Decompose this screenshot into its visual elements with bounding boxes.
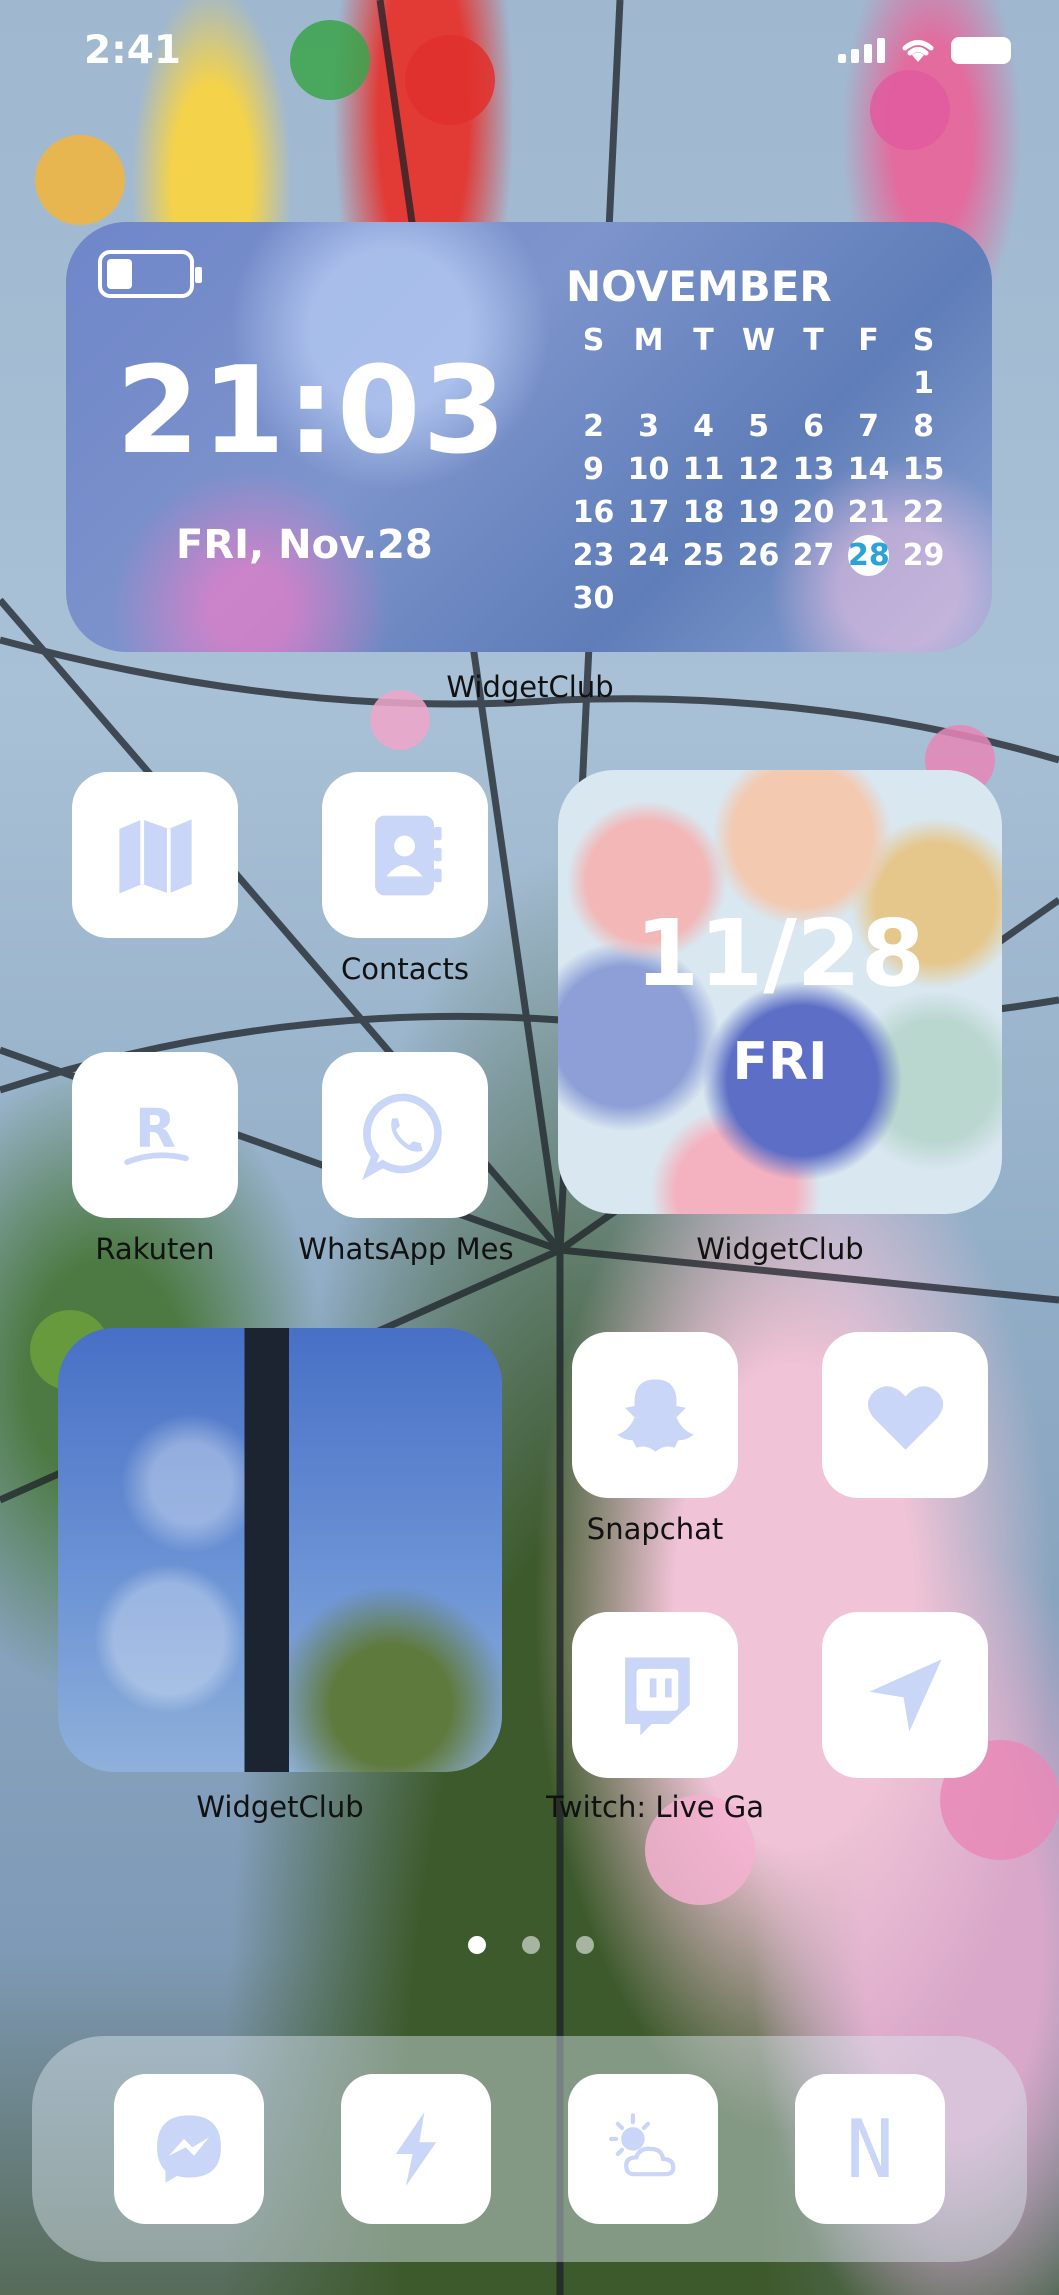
calendar-day: 26 xyxy=(737,538,780,573)
calendar-day: 23 xyxy=(572,538,615,573)
calendar-day: 20 xyxy=(792,495,835,530)
twitch-icon xyxy=(624,1657,690,1735)
calendar-day: 21 xyxy=(847,495,890,530)
navigation-arrow-icon xyxy=(868,1658,942,1732)
rakuten-label: Rakuten xyxy=(95,1232,215,1266)
calendar-day xyxy=(786,363,841,404)
heart-icon xyxy=(867,1385,943,1450)
page-dot[interactable] xyxy=(576,1936,594,1954)
weather-icon xyxy=(608,2113,676,2177)
rakuten-r-icon: R xyxy=(123,1097,189,1165)
date-widget-label: WidgetClub xyxy=(696,1232,864,1266)
calendar-day: 4 xyxy=(693,409,714,444)
snapchat-label: Snapchat xyxy=(586,1512,724,1546)
calendar-weekday: T xyxy=(693,323,714,358)
calendar-day: 12 xyxy=(737,452,780,487)
calendar-day: 7 xyxy=(858,409,879,444)
page-indicator[interactable] xyxy=(468,1936,594,1954)
calendar-day xyxy=(841,363,896,404)
whatsapp-icon xyxy=(361,1093,442,1180)
calendar-day xyxy=(566,363,621,404)
widget-date: FRI, Nov.28 xyxy=(176,522,433,568)
contacts-book-icon xyxy=(374,815,442,895)
svg-text:R: R xyxy=(135,1097,176,1159)
calendar-day: 29 xyxy=(902,538,945,573)
battery-icon xyxy=(951,36,1011,64)
snapchat-ghost-icon xyxy=(617,1378,693,1452)
whatsapp-app-icon[interactable] xyxy=(322,1052,488,1218)
calendar-today: 28 xyxy=(848,535,890,576)
calendar-day: 22 xyxy=(902,495,945,530)
bubble-photo-widget[interactable] xyxy=(58,1328,502,1772)
status-bar-time: 2:41 xyxy=(84,28,182,73)
calendar-day: 9 xyxy=(583,452,604,487)
weather-app-icon[interactable] xyxy=(568,2074,718,2224)
calendar-day: 11 xyxy=(682,452,725,487)
calendar-day: 18 xyxy=(682,495,725,530)
calendar-day: 1 xyxy=(913,366,934,401)
date-photo-widget[interactable]: 11/28 FRI xyxy=(558,770,1002,1214)
calendar-day: 5 xyxy=(748,409,769,444)
whatsapp-label: WhatsApp Mes xyxy=(298,1232,514,1266)
twitch-label: Twitch: Live Ga xyxy=(546,1790,765,1824)
calendar-clock-widget[interactable]: 21:03 FRI, Nov.28 NOVEMBER SMTWTFS123456… xyxy=(66,222,992,652)
calendar-day: 16 xyxy=(572,495,615,530)
calendar-day: 2 xyxy=(583,409,604,444)
calendar-weekday: S xyxy=(912,323,935,358)
calendar-day: 15 xyxy=(902,452,945,487)
maps-app-icon[interactable] xyxy=(72,772,238,938)
calendar-grid: S M T W T F S 1 2 3 4 5 6 7 8 9 10 11 12 13 14 15 16 17 18 19 20 21… xyxy=(566,320,992,619)
calendar-day: 17 xyxy=(627,495,670,530)
contacts-label: Contacts xyxy=(341,952,469,986)
calendar-day: 14 xyxy=(847,452,890,487)
calendar-day: 25 xyxy=(682,538,725,573)
location-app-icon[interactable] xyxy=(822,1612,988,1778)
calendar-weekday: W xyxy=(741,323,776,358)
calendar-widget-label: WidgetClub xyxy=(446,670,614,704)
widget-clock-time: 21:03 xyxy=(116,342,508,481)
calendar-day: 3 xyxy=(638,409,659,444)
calendar-day xyxy=(676,363,731,404)
page-dot[interactable] xyxy=(468,1936,486,1954)
calendar-day: 19 xyxy=(737,495,780,530)
calendar-day: 24 xyxy=(627,538,670,573)
n-letter-icon: N xyxy=(845,2102,895,2196)
health-app-icon[interactable] xyxy=(822,1332,988,1498)
bolt-icon xyxy=(395,2112,437,2186)
calendar-day: 8 xyxy=(913,409,934,444)
calendar-day: 13 xyxy=(792,452,835,487)
calendar-weekday: T xyxy=(803,323,824,358)
map-icon xyxy=(118,818,192,893)
messenger-app-icon[interactable] xyxy=(114,2074,264,2224)
widget-date-number: 11/28 xyxy=(635,900,925,1007)
calendar-day: 10 xyxy=(627,452,670,487)
calendar-weekday: M xyxy=(633,323,664,358)
calendar-month: NOVEMBER xyxy=(566,262,832,311)
page-dot[interactable] xyxy=(522,1936,540,1954)
rakuten-app-icon[interactable]: R xyxy=(72,1052,238,1218)
calendar-day: 6 xyxy=(803,409,824,444)
twitch-app-icon[interactable] xyxy=(572,1612,738,1778)
bolt-app-icon[interactable] xyxy=(341,2074,491,2224)
calendar-day: 27 xyxy=(792,538,835,573)
snapchat-app-icon[interactable] xyxy=(572,1332,738,1498)
cellular-signal-icon xyxy=(838,37,885,63)
calendar-day xyxy=(621,363,676,404)
widget-weekday: FRI xyxy=(732,1032,828,1092)
calendar-day xyxy=(731,363,786,404)
status-icons xyxy=(838,36,1011,64)
wifi-icon xyxy=(902,40,934,62)
n-app-icon[interactable]: N xyxy=(795,2074,945,2224)
calendar-weekday: S xyxy=(582,323,605,358)
messenger-icon xyxy=(157,2115,221,2183)
calendar-day: 30 xyxy=(572,581,615,616)
battery-level-icon xyxy=(98,250,202,298)
calendar-weekday: F xyxy=(858,323,879,358)
contacts-app-icon[interactable] xyxy=(322,772,488,938)
photo-widget-label: WidgetClub xyxy=(196,1790,364,1824)
